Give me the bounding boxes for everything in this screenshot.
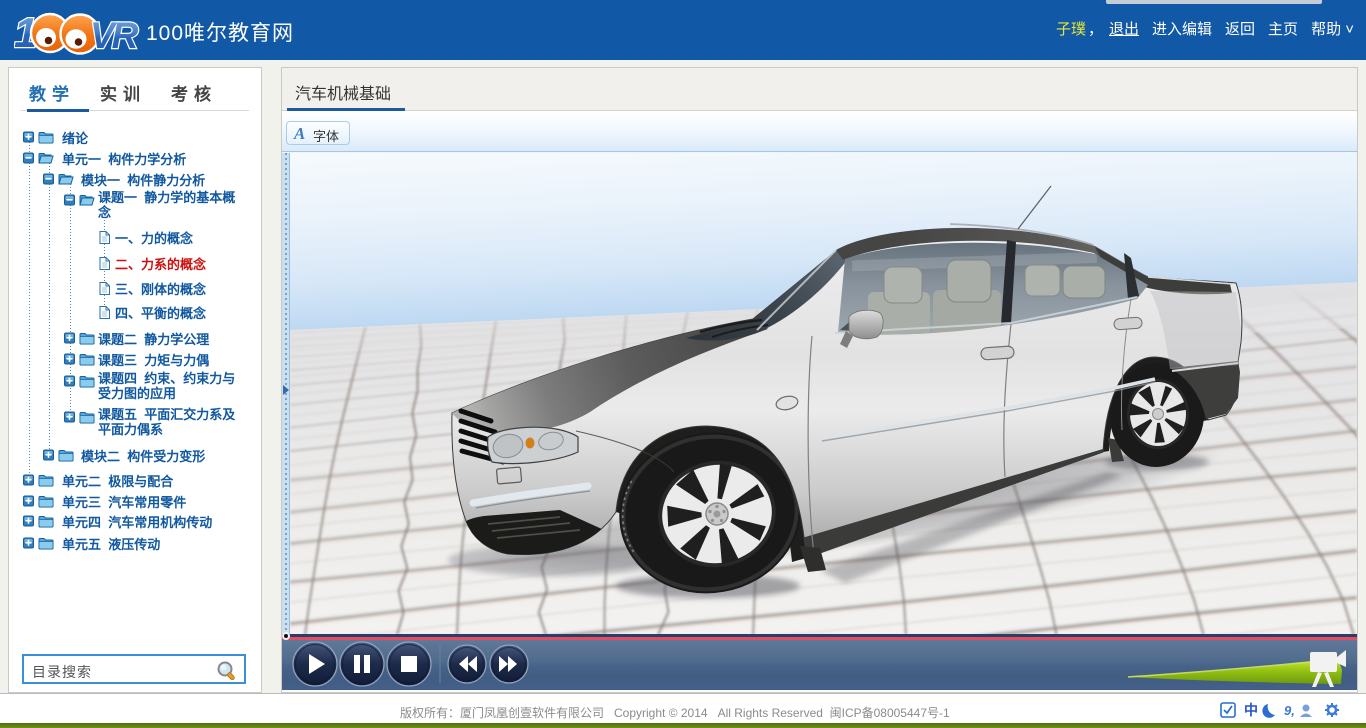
svg-text:9,: 9,	[1284, 703, 1295, 718]
svg-text:中: 中	[1244, 702, 1258, 718]
svg-text:VR: VR	[90, 15, 139, 56]
